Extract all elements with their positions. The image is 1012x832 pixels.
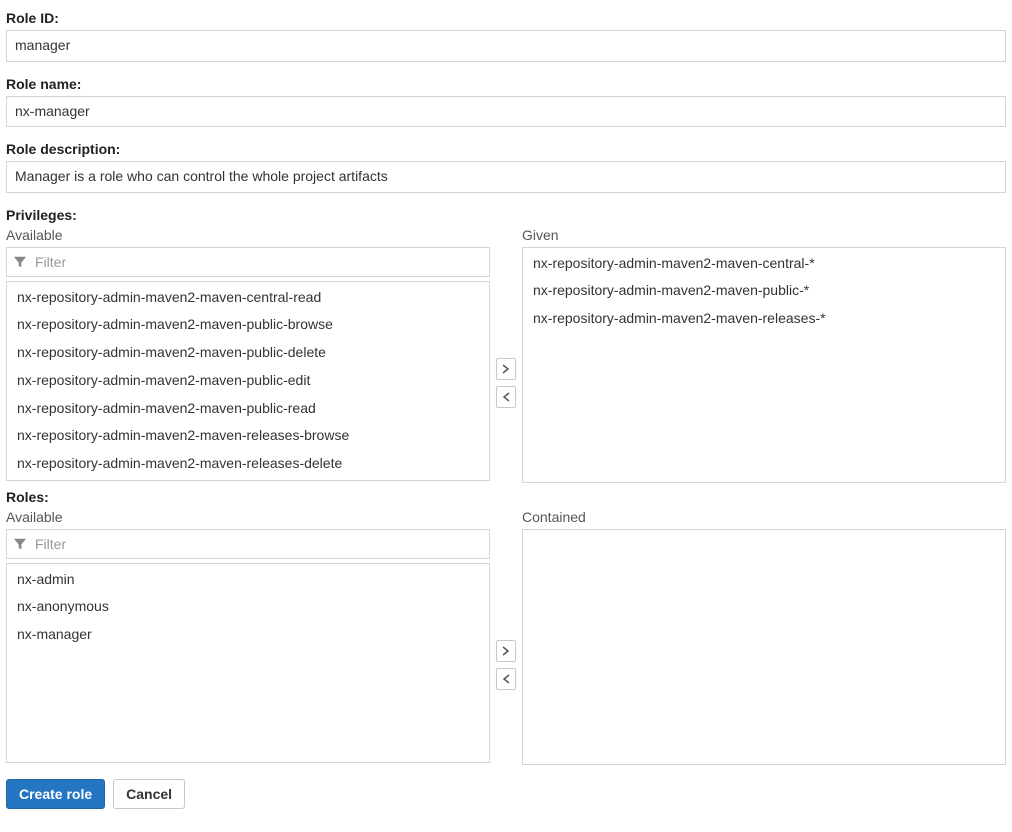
role-description-input[interactable] [6,161,1006,193]
list-item[interactable]: nx-repository-admin-maven2-maven-release… [7,422,489,450]
filter-icon [13,537,27,551]
privileges-given-label: Given [522,227,1006,243]
chevron-right-icon [502,646,510,656]
privileges-filter-input[interactable] [31,252,483,272]
privileges-heading: Privileges: [6,207,1006,223]
role-name-label: Role name: [6,76,1006,92]
privileges-available-list[interactable]: nx-repository-admin-maven2-maven-central… [6,281,490,481]
list-item[interactable]: nx-anonymous [7,593,489,621]
role-id-label: Role ID: [6,10,1006,26]
privileges-add-button[interactable] [496,358,516,380]
roles-heading: Roles: [6,489,1006,505]
list-item[interactable]: nx-repository-admin-maven2-maven-release… [523,305,1005,333]
list-item[interactable]: nx-admin [7,566,489,594]
list-item[interactable]: nx-repository-admin-maven2-maven-central… [7,284,489,312]
privileges-available-label: Available [6,227,490,243]
roles-contained-label: Contained [522,509,1006,525]
chevron-right-icon [502,364,510,374]
list-item[interactable]: nx-repository-admin-maven2-maven-public-… [523,277,1005,305]
chevron-left-icon [502,674,510,684]
create-role-button[interactable]: Create role [6,779,105,809]
cancel-button[interactable]: Cancel [113,779,185,809]
roles-remove-button[interactable] [496,668,516,690]
roles-available-list[interactable]: nx-adminnx-anonymousnx-manager [6,563,490,763]
filter-icon [13,255,27,269]
role-id-input[interactable] [6,30,1006,62]
list-item[interactable]: nx-repository-admin-maven2-maven-public-… [7,367,489,395]
list-item[interactable]: nx-repository-admin-maven2-maven-public-… [7,339,489,367]
list-item[interactable]: nx-manager [7,621,489,649]
privileges-given-list[interactable]: nx-repository-admin-maven2-maven-central… [522,247,1006,483]
list-item[interactable]: nx-repository-admin-maven2-maven-public-… [7,311,489,339]
list-item[interactable]: nx-repository-admin-maven2-maven-release… [7,450,489,478]
list-item[interactable]: nx-repository-admin-maven2-maven-central… [523,250,1005,278]
list-item[interactable]: nx-repository-admin-maven2-maven-public-… [7,395,489,423]
roles-available-label: Available [6,509,490,525]
list-item[interactable]: nx-repository-admin-maven2-maven-release… [7,478,489,481]
roles-filter-input[interactable] [31,534,483,554]
chevron-left-icon [502,392,510,402]
role-name-input[interactable] [6,96,1006,128]
roles-add-button[interactable] [496,640,516,662]
role-description-label: Role description: [6,141,1006,157]
roles-contained-list[interactable] [522,529,1006,765]
privileges-remove-button[interactable] [496,386,516,408]
